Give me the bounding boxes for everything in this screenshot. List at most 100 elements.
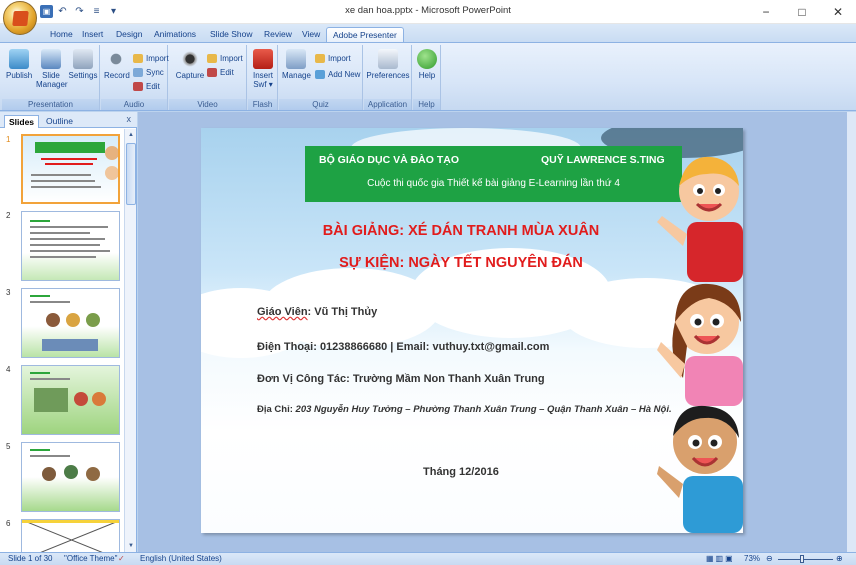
scroll-up-icon[interactable]: ▲ bbox=[125, 129, 137, 141]
thumbnail-line bbox=[30, 226, 108, 228]
thumbnail-list: 1 2 3 4 5 6 bbox=[0, 129, 123, 552]
group-flash: Insert Swf ▾ Flash bbox=[248, 45, 278, 110]
thumbnail-line bbox=[30, 250, 110, 252]
tab-insert[interactable]: Insert bbox=[76, 27, 109, 42]
thumbnail-line bbox=[30, 232, 90, 234]
scroll-thumb[interactable] bbox=[126, 143, 136, 205]
scroll-down-icon[interactable]: ▼ bbox=[125, 540, 137, 552]
tab-outline[interactable]: Outline bbox=[42, 115, 77, 128]
window-controls: − □ ✕ bbox=[748, 0, 856, 24]
main-scrollbar[interactable] bbox=[847, 112, 856, 552]
header-right: QUỸ LAWRENCE S.TING bbox=[541, 154, 665, 166]
group-label-quiz: Quiz bbox=[279, 99, 362, 110]
thumbnail-line bbox=[30, 220, 50, 222]
address-value: 203 Nguyễn Huy Tưởng – Phường Thanh Xuân… bbox=[295, 404, 672, 415]
thumbnail-scrollbar[interactable]: ▲ ▼ bbox=[124, 129, 136, 552]
pane-tabs: Slides Outline x bbox=[0, 112, 137, 128]
thumbnail-picture bbox=[64, 465, 78, 479]
preferences-button[interactable]: Preferences bbox=[366, 49, 410, 80]
header-left: BỘ GIÁO DỤC VÀ ĐÀO TẠO bbox=[319, 154, 460, 166]
webcam-icon bbox=[180, 49, 200, 69]
settings-button[interactable]: Settings bbox=[68, 49, 98, 80]
zoom-slider[interactable] bbox=[778, 559, 833, 560]
quiz-manage-icon bbox=[286, 49, 306, 69]
publish-icon bbox=[9, 49, 29, 69]
thumbnail-line bbox=[31, 174, 91, 176]
thumbnail-line bbox=[30, 449, 50, 451]
tab-slides[interactable]: Slides bbox=[4, 115, 40, 128]
zoom-slider-knob[interactable] bbox=[800, 555, 804, 563]
slide-thumbnail-4[interactable] bbox=[21, 365, 120, 435]
help-button[interactable]: Help bbox=[416, 49, 438, 80]
video-edit-button[interactable]: Edit bbox=[207, 67, 234, 78]
thumbnail-line bbox=[30, 372, 50, 374]
group-presentation: Publish Slide Manager Settings Presentat… bbox=[2, 45, 100, 110]
slide-manager-icon bbox=[41, 49, 61, 69]
tab-view[interactable]: View bbox=[296, 27, 326, 42]
minimize-button[interactable]: − bbox=[748, 0, 784, 24]
slide-manager-button[interactable]: Slide Manager bbox=[36, 49, 68, 89]
preferences-icon bbox=[378, 49, 398, 69]
slide-canvas[interactable]: BỘ GIÁO DỤC VÀ ĐÀO TẠO QUỸ LAWRENCE S.TI… bbox=[201, 128, 743, 533]
thumbnail-line bbox=[30, 238, 105, 240]
thumbnail-line bbox=[31, 186, 101, 188]
record-button[interactable]: Record bbox=[104, 49, 130, 80]
tab-slide-show[interactable]: Slide Show bbox=[204, 27, 259, 42]
slide-thumbnail-3[interactable] bbox=[21, 288, 120, 358]
thumbnail-line bbox=[31, 180, 95, 182]
insert-swf-button[interactable]: Insert Swf ▾ bbox=[250, 49, 276, 89]
slide-thumbnail-6[interactable] bbox=[21, 519, 120, 552]
quiz-add-new-button[interactable]: Add New bbox=[315, 69, 360, 80]
header-box: BỘ GIÁO DỤC VÀ ĐÀO TẠO QUỸ LAWRENCE S.TI… bbox=[305, 146, 682, 202]
ribbon: Publish Slide Manager Settings Presentat… bbox=[0, 42, 856, 111]
thumbnail-line bbox=[41, 158, 97, 160]
office-button[interactable] bbox=[3, 1, 37, 35]
close-button[interactable]: ✕ bbox=[820, 0, 856, 24]
audio-import-button[interactable]: Import bbox=[133, 53, 169, 64]
group-video: Capture Import Edit Video bbox=[169, 45, 247, 110]
tab-adobe-presenter[interactable]: Adobe Presenter bbox=[326, 27, 404, 42]
slide-thumbnail-1[interactable] bbox=[21, 134, 120, 204]
manage-button[interactable]: Manage bbox=[282, 49, 311, 80]
thumbnail-picture bbox=[22, 520, 119, 552]
date-text: Tháng 12/2016 bbox=[423, 466, 499, 478]
video-import-button[interactable]: Import bbox=[207, 53, 243, 64]
zoom-level[interactable]: 73% bbox=[744, 554, 760, 563]
thumbnail-picture bbox=[46, 313, 60, 327]
thumbnail-number: 5 bbox=[6, 442, 11, 451]
zoom-in-icon[interactable]: ⊕ bbox=[836, 554, 843, 563]
address-line: Địa Chỉ: 203 Nguyễn Huy Tưởng – Phường T… bbox=[257, 404, 672, 415]
tab-animations[interactable]: Animations bbox=[148, 27, 202, 42]
teacher-line: Giáo Viên: Vũ Thị Thủy bbox=[257, 306, 377, 318]
maximize-button[interactable]: □ bbox=[784, 0, 820, 24]
address-label: Địa Chỉ: bbox=[257, 404, 296, 415]
close-pane-icon[interactable]: x bbox=[127, 114, 132, 124]
slide-thumbnail-5[interactable] bbox=[21, 442, 120, 512]
thumbnail-number: 3 bbox=[6, 288, 11, 297]
capture-button[interactable]: Capture bbox=[175, 49, 205, 80]
tab-review[interactable]: Review bbox=[258, 27, 298, 42]
thumbnail-number: 6 bbox=[6, 519, 11, 528]
group-help: Help Help bbox=[413, 45, 441, 110]
thumbnail-number: 2 bbox=[6, 211, 11, 220]
thumbnail-picture bbox=[86, 313, 100, 327]
event-title: SỰ KIỆN: NGÀY TẾT NGUYÊN ĐÁN bbox=[339, 255, 583, 271]
zoom-out-icon[interactable]: ⊖ bbox=[766, 554, 773, 563]
language-label[interactable]: English (United States) bbox=[140, 554, 222, 563]
audio-edit-button[interactable]: Edit bbox=[133, 81, 160, 92]
tab-home[interactable]: Home bbox=[44, 27, 79, 42]
audio-sync-button[interactable]: Sync bbox=[133, 67, 164, 78]
spellcheck-icon[interactable]: ✓ bbox=[118, 554, 125, 563]
thumbnail-picture bbox=[86, 467, 100, 481]
publish-button[interactable]: Publish bbox=[6, 49, 32, 80]
slide-thumbnail-2[interactable] bbox=[21, 211, 120, 281]
view-buttons[interactable]: ▦▥▣ bbox=[706, 554, 735, 563]
tab-design[interactable]: Design bbox=[110, 27, 148, 42]
thumbnail-line bbox=[30, 295, 50, 297]
group-application: Preferences Application bbox=[364, 45, 412, 110]
slides-pane: Slides Outline x 1 2 3 4 5 6 ▲ ▼ bbox=[0, 112, 137, 552]
group-audio: Record Import Sync Edit Audio bbox=[101, 45, 169, 110]
quiz-import-button[interactable]: Import bbox=[315, 53, 351, 64]
thumbnail-picture bbox=[92, 392, 106, 406]
thumbnail-number: 1 bbox=[6, 135, 11, 144]
